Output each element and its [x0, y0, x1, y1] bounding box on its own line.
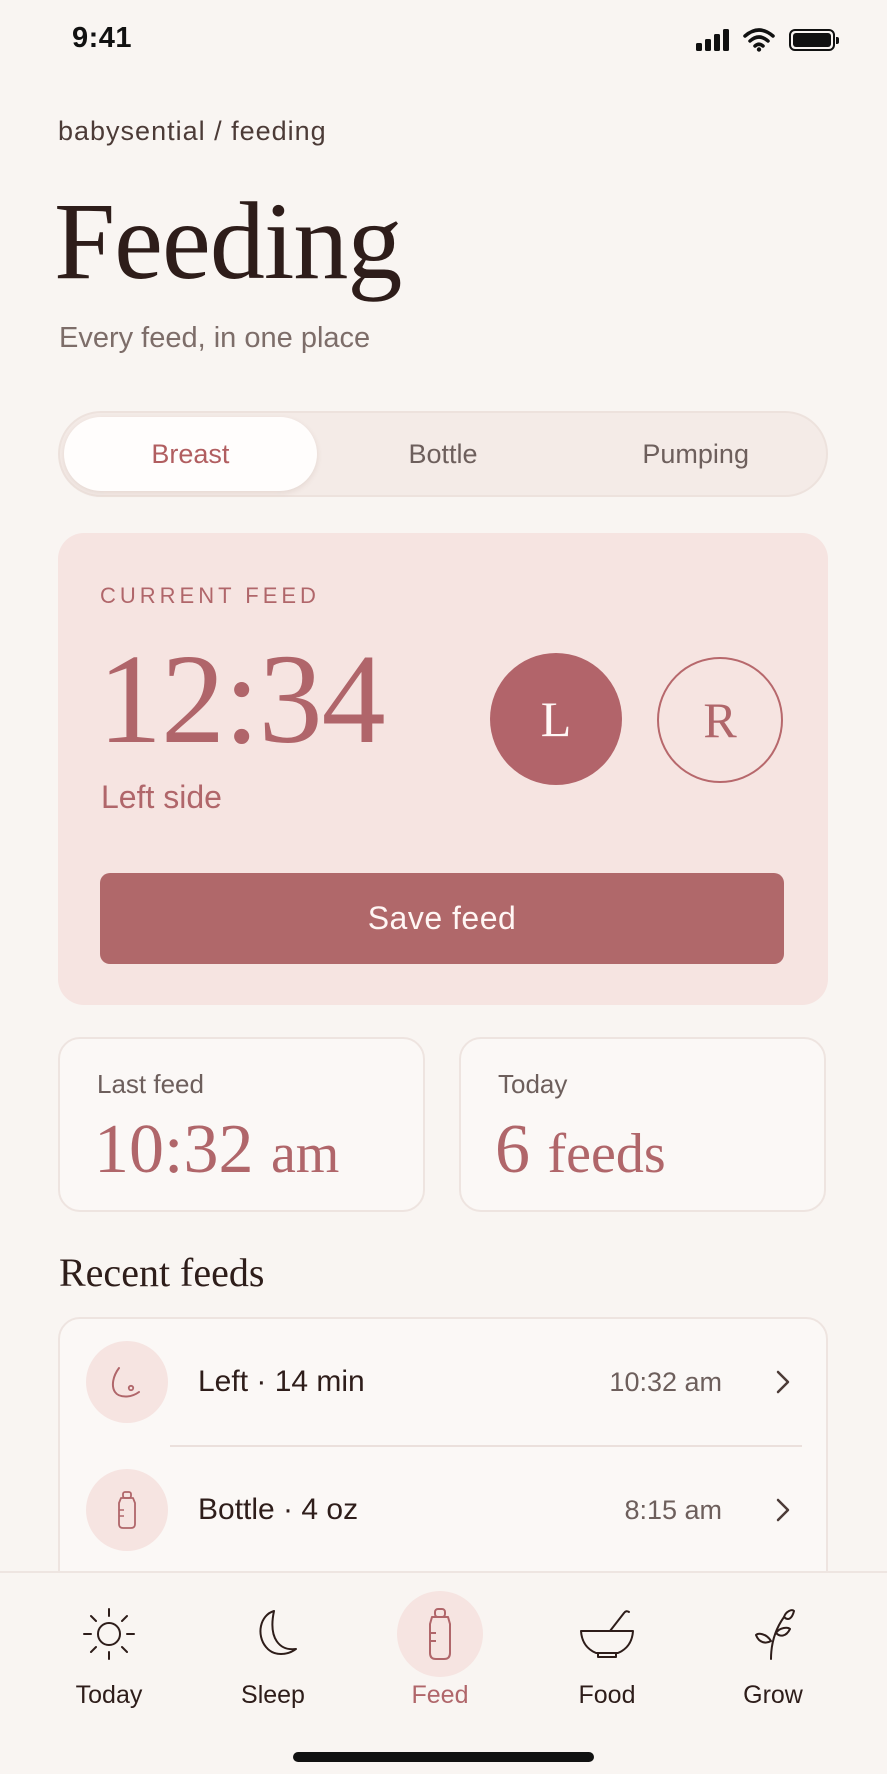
recent-item-time: 8:15 am	[624, 1494, 722, 1525]
save-feed-button[interactable]: Save feed	[100, 873, 784, 964]
feed-side-text: Left side	[101, 779, 222, 815]
bottom-tab-bar: Today Sleep Feed Food Grow	[0, 1571, 887, 1774]
right-side-button[interactable]: R	[657, 657, 783, 783]
tab-grow[interactable]: Grow	[703, 1591, 843, 1711]
bottle-icon	[397, 1591, 483, 1677]
recent-item-title: Left · 14 min	[198, 1365, 365, 1398]
wifi-icon	[743, 28, 775, 52]
tab-food[interactable]: Food	[537, 1591, 677, 1711]
recent-item-title: Bottle · 4 oz	[198, 1493, 359, 1526]
last-feed-card[interactable]: Last feed 10:32 am	[58, 1037, 425, 1212]
last-feed-time: 10:32	[94, 1111, 254, 1188]
tab-label: Today	[75, 1681, 143, 1709]
current-feed-card: CURRENT FEED 12:34 Left side L R Save fe…	[58, 533, 828, 1005]
tab-today[interactable]: Today	[39, 1591, 179, 1711]
today-feeds-card[interactable]: Today 6 feeds	[459, 1037, 826, 1212]
last-feed-value: 10:32 am	[94, 1115, 339, 1185]
tab-feed[interactable]: Feed	[370, 1591, 510, 1711]
moon-icon	[230, 1591, 316, 1677]
current-feed-label: CURRENT FEED	[100, 583, 320, 608]
chevron-right-icon	[770, 1497, 796, 1523]
left-side-button[interactable]: L	[490, 653, 622, 785]
status-icons	[696, 28, 839, 52]
today-count: 6	[495, 1111, 530, 1188]
today-label: Today	[498, 1069, 568, 1099]
feed-timer: 12:34	[98, 628, 386, 770]
page-subtitle: Every feed, in one place	[59, 322, 371, 354]
recent-feeds-title: Recent feeds	[59, 1250, 265, 1295]
last-feed-label: Last feed	[97, 1069, 204, 1099]
tab-label: Feed	[411, 1681, 469, 1709]
feed-type-segmented-control: Breast Bottle Pumping	[58, 411, 828, 497]
cellular-signal-icon	[696, 29, 729, 51]
tab-pumping[interactable]: Pumping	[569, 417, 822, 491]
battery-icon	[789, 29, 839, 51]
today-value: 6 feeds	[495, 1115, 666, 1185]
tab-label: Grow	[743, 1681, 803, 1709]
tab-sleep[interactable]: Sleep	[203, 1591, 343, 1711]
today-unit: feeds	[547, 1123, 666, 1185]
list-item[interactable]: Bottle · 4 oz 8:15 am	[60, 1447, 826, 1573]
status-time: 9:41	[72, 22, 133, 54]
status-bar: 9:41	[0, 0, 887, 84]
sprout-icon	[730, 1591, 816, 1677]
bowl-icon	[564, 1591, 650, 1677]
chevron-right-icon	[770, 1369, 796, 1395]
tab-breast[interactable]: Breast	[64, 417, 317, 491]
tab-label: Sleep	[241, 1681, 305, 1709]
bottle-icon	[86, 1469, 168, 1551]
list-item[interactable]: Left · 14 min 10:32 am	[60, 1319, 826, 1447]
tab-label: Food	[578, 1681, 636, 1709]
page-title: Feeding	[54, 180, 402, 302]
home-indicator	[293, 1752, 594, 1762]
breast-icon	[86, 1341, 168, 1423]
recent-item-time: 10:32 am	[609, 1366, 722, 1397]
sun-icon	[66, 1591, 152, 1677]
tab-bottle[interactable]: Bottle	[317, 417, 570, 491]
breadcrumb[interactable]: babysential / feeding	[58, 116, 327, 147]
last-feed-unit: am	[270, 1123, 340, 1185]
